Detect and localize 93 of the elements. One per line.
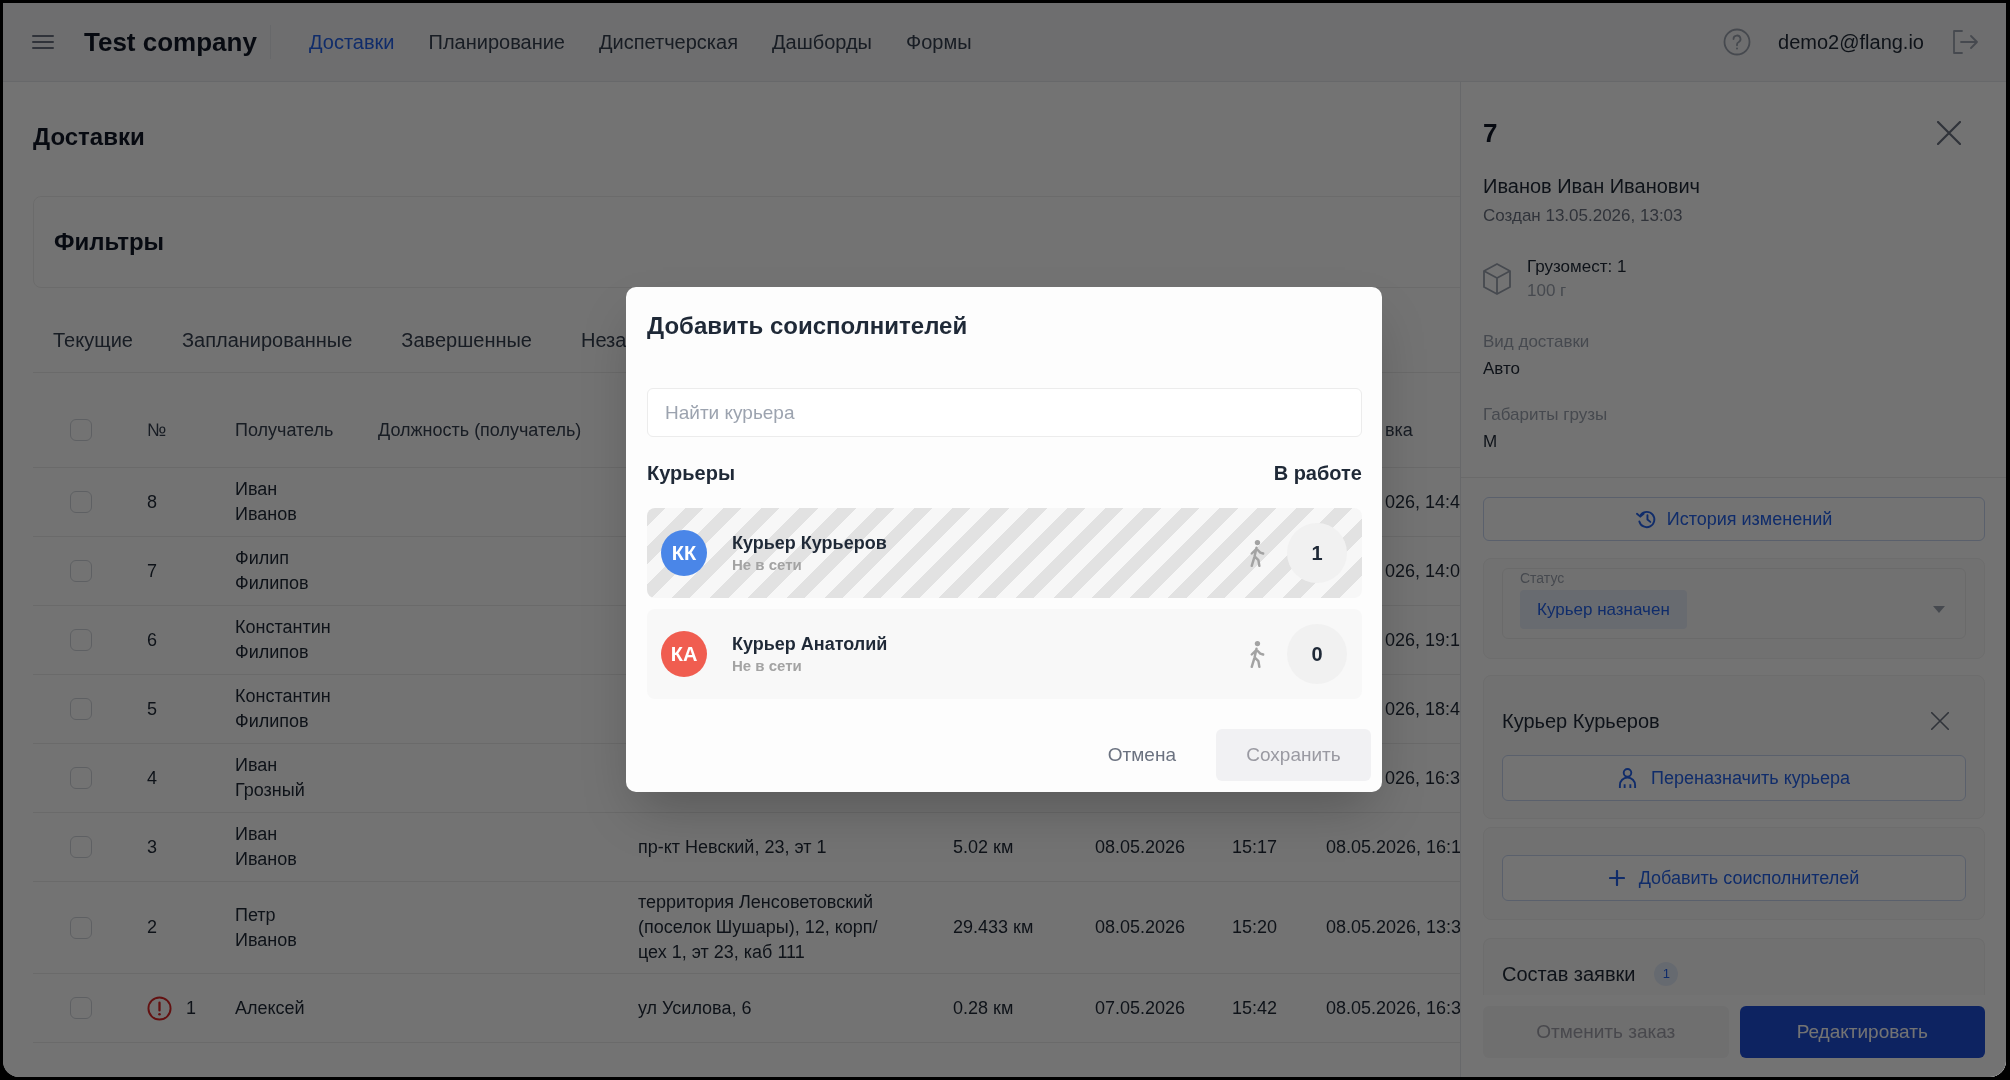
table-cell-text: Константин Филипов — [235, 685, 331, 733]
order-number: 7 — [1483, 117, 1498, 149]
table-cell-text: ул Усилова, 6 — [638, 996, 753, 1020]
search-field[interactable]: Найти курьера — [647, 388, 1362, 437]
table-cell: 29.433 км — [953, 917, 1034, 937]
courier-name: Курьер Анатолий — [732, 633, 888, 656]
column-header: вка — [1385, 418, 1413, 442]
table-cell-text: Алексей — [235, 996, 305, 1020]
courier-status: Не в сети — [732, 656, 802, 676]
table-cell-text: территория Ленсоветовский (поселок Шушары), 12, корп/цех 1, эт 23, каб 111 — [638, 891, 879, 964]
history-button[interactable]: История изменений — [1483, 497, 1985, 541]
courier-card[interactable]: КА Курьер Анатолий Не в сети 0 — [647, 609, 1362, 699]
tab[interactable]: Запланированные — [181, 326, 353, 372]
menu-icon[interactable] — [32, 34, 54, 50]
table-cell: 08.05.2026 — [1095, 917, 1186, 937]
task-count: 0 — [1287, 624, 1347, 684]
column-header: № — [147, 418, 167, 442]
table-cell-text: 026, 18:4 — [1384, 697, 1460, 721]
field-value: Авто — [1483, 358, 1521, 380]
table-cell-text: Константин Филипов — [235, 616, 331, 664]
table-cell-text: 5 — [147, 697, 157, 721]
table-cell-text: 3 — [147, 835, 157, 859]
count-badge: 1 — [1654, 962, 1679, 986]
table-cell-text: 08.05.2026, 16:3 — [1326, 996, 1460, 1020]
page-title: Доставки — [33, 122, 145, 152]
nav-link[interactable]: Диспетчерская — [599, 27, 738, 57]
table-cell-text: 1 — [186, 996, 196, 1020]
table-cell: 5.02 км — [953, 836, 1014, 857]
nav-link[interactable]: Планирование — [428, 27, 565, 57]
avatar: КА — [661, 631, 707, 677]
caret-icon — [1933, 606, 1945, 613]
avatar: КК — [661, 530, 707, 576]
table-cell-text: 026, 16:3 — [1384, 766, 1460, 790]
tab[interactable]: Неза — [580, 326, 627, 372]
column-heading: В работе — [1273, 461, 1362, 486]
filters-heading: Фильтры — [54, 227, 165, 257]
table-cell-text: 8 — [147, 490, 157, 514]
table-cell-text: 026, 14:0 — [1384, 559, 1460, 583]
list-heading: Курьеры — [647, 461, 735, 486]
table-cell: 08.05.2026 — [1095, 836, 1186, 857]
table-cell-text: 2 — [147, 916, 157, 939]
add-coexecutors-button[interactable]: Добавить соисполнителей — [1502, 855, 1966, 901]
help-icon[interactable] — [1723, 28, 1752, 56]
table-cell-text: Иван Иванов — [235, 823, 297, 871]
table-cell-text: Иван Грозный — [235, 754, 305, 802]
history-icon — [1635, 508, 1657, 530]
dialog-title: Добавить соисполнителей — [647, 311, 968, 341]
table-cell: 15:20 — [1232, 917, 1278, 937]
person-icon — [1618, 767, 1638, 789]
box-icon — [1483, 263, 1511, 295]
table-cell-text: Иван Иванов — [235, 478, 297, 526]
courier-name: Курьер Курьеров — [1502, 709, 1660, 734]
tab[interactable]: Завершенные — [401, 326, 532, 372]
cargo-count: Грузомест: 1 — [1527, 256, 1627, 278]
column-header: Должность (получатель) — [378, 418, 582, 442]
brand-name: Test company — [84, 25, 258, 59]
field-value: М — [1483, 431, 1498, 453]
nav-link[interactable]: Дашборды — [772, 27, 872, 57]
status-chip: Курьер назначен — [1520, 590, 1687, 629]
table-cell: 0.28 км — [953, 997, 1014, 1018]
table-cell-text: 026, 19:1 — [1384, 628, 1460, 652]
table-cell: 15:17 — [1232, 836, 1278, 857]
walking-person-icon — [1247, 639, 1266, 669]
logout-icon[interactable] — [1952, 30, 1978, 54]
cancel-button[interactable]: Отмена — [1105, 729, 1178, 781]
table-cell-text: 026, 14:4 — [1384, 490, 1460, 514]
table-cell-text: 6 — [147, 628, 157, 652]
table-cell-text: пр-кт Невский, 23, эт 1 — [638, 835, 828, 859]
tab[interactable]: Текущие — [53, 326, 133, 372]
table-cell: 07.05.2026 — [1095, 997, 1186, 1018]
composition-title: Состав заявки — [1502, 962, 1636, 987]
table-cell: 15:42 — [1232, 997, 1278, 1018]
created-date: Создан 13.05.2026, 13:03 — [1483, 205, 1683, 227]
courier-status: Не в сети — [732, 555, 802, 575]
plus-icon — [1608, 870, 1625, 886]
nav-link[interactable]: Формы — [906, 27, 972, 57]
courier-name: Курьер Курьеров — [732, 532, 887, 555]
table-cell-text: 08.05.2026, 13:3 — [1326, 916, 1460, 939]
column-header: Получатель — [235, 418, 334, 442]
table-cell-text: 4 — [147, 766, 157, 790]
walking-person-icon — [1247, 538, 1266, 568]
table-cell-text: 7 — [147, 559, 157, 583]
user-email: demo2@flang.io — [1778, 30, 1924, 55]
nav-link[interactable]: Доставки — [309, 27, 395, 57]
task-count: 1 — [1287, 523, 1347, 583]
table-cell-text: 08.05.2026, 16:1 — [1326, 835, 1460, 859]
close-icon[interactable] — [1937, 121, 1961, 145]
reassign-button[interactable]: Переназначить курьера — [1502, 755, 1966, 801]
table-cell-text: Петр Иванов — [235, 903, 297, 952]
edit-button[interactable]: Редактировать — [1739, 1006, 1985, 1058]
table-cell-text: Филип Филипов — [235, 547, 309, 595]
customer-name: Иванов Иван Иванович — [1483, 174, 1701, 199]
close-icon[interactable] — [1931, 712, 1949, 730]
